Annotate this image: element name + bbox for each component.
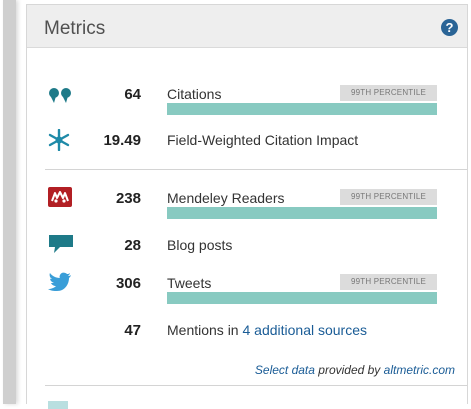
tweets-value: 306 [115,275,141,292]
fwci-value: 19.49 [103,132,141,149]
altmetric-link[interactable]: altmetric.com [384,363,455,377]
metric-row-mendeley: 238 Mendeley Readers 99TH PERCENTILE [27,185,467,225]
data-provider-note: Select data provided by altmetric.com [255,363,455,377]
mendeley-percentile-badge: 99TH PERCENTILE [340,189,437,205]
mendeley-value: 238 [115,190,141,207]
select-data-link[interactable]: Select data [255,363,315,377]
metric-row-blog-posts: 28 Blog posts [27,231,467,261]
metric-row-citations: 64 Citations 99TH PERCENTILE [27,81,467,121]
mendeley-icon [48,187,72,207]
mendeley-percentile-bar [167,207,437,219]
quote-icon [49,88,71,103]
panel-title: Metrics [44,18,106,39]
snowflake-icon [48,129,70,151]
bottom-divider [45,385,467,386]
tweets-label[interactable]: Tweets [167,275,211,291]
speech-bubble-icon [49,235,73,253]
twitter-bird-icon [48,272,71,291]
citations-percentile-badge: 99TH PERCENTILE [340,85,437,101]
left-edge [0,0,24,404]
provider-text: provided by [314,363,384,377]
tweets-percentile-bar [167,292,437,304]
fwci-label: Field-Weighted Citation Impact [167,132,359,148]
blog-posts-label[interactable]: Blog posts [167,237,232,253]
citations-label[interactable]: Citations [167,86,221,102]
citations-value: 64 [124,86,141,103]
tweets-percentile-badge: 99TH PERCENTILE [340,274,437,290]
panel-header: Metrics ? [27,5,467,48]
metric-row-fwci: 19.49 Field-Weighted Citation Impact [27,127,467,157]
metric-row-mentions: 47 Mentions in 4 additional sources [27,317,467,347]
blog-posts-value: 28 [124,237,141,254]
additional-sources-link[interactable]: 4 additional sources [242,322,367,338]
help-icon[interactable]: ? [441,19,458,36]
metrics-panel: Metrics ? 64 Citations 99TH PERCENTILE 1… [26,4,468,409]
metric-row-tweets: 306 Tweets 99TH PERCENTILE [27,270,467,310]
left-edge-shadow [3,0,16,404]
mentions-label: Mentions in 4 additional sources [167,322,367,338]
mentions-label-prefix: Mentions in [167,322,243,338]
mendeley-label[interactable]: Mendeley Readers [167,190,285,206]
citations-percentile-bar [167,103,437,115]
next-section-icon [48,401,68,409]
section-divider [45,169,467,170]
mentions-value: 47 [124,322,141,339]
